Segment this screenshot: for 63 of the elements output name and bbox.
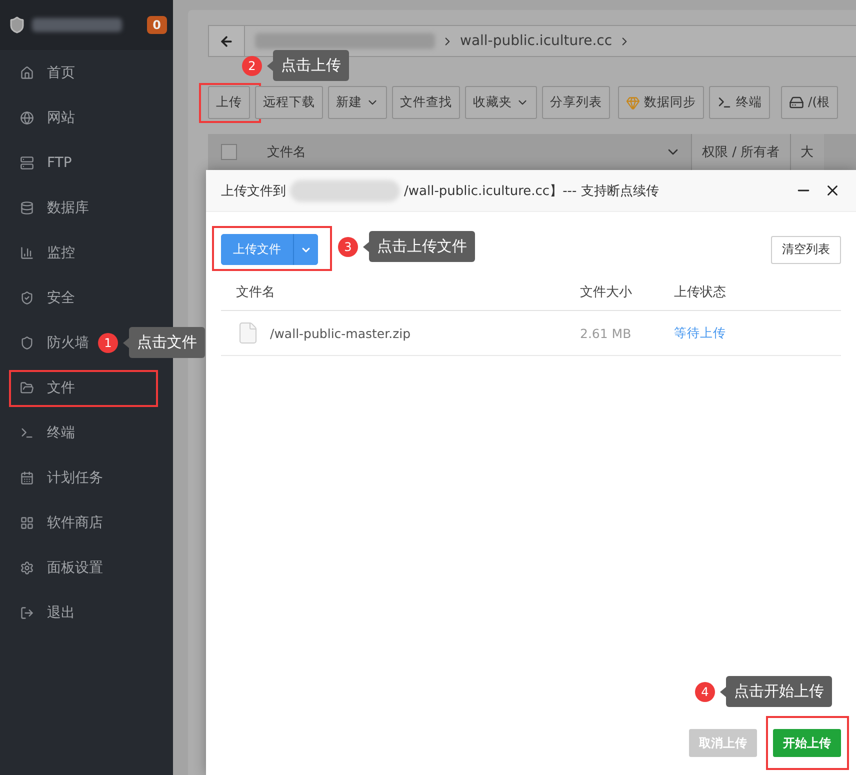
dialog-title: 上传文件到 — [221, 182, 286, 200]
toolbar-button[interactable]: 新建 — [328, 86, 387, 119]
column-header: 上传状态 — [659, 265, 841, 311]
toolbar-button[interactable]: 收藏夹 — [465, 86, 537, 119]
select-all-checkbox[interactable] — [221, 144, 237, 160]
pointer-icon — [267, 60, 273, 70]
file-name: /wall-public-master.zip — [221, 311, 565, 356]
sidebar-item[interactable]: 首页 — [0, 50, 173, 95]
file-size: 2.61 MB — [565, 311, 659, 356]
logo-icon — [8, 16, 26, 34]
back-button[interactable] — [209, 26, 245, 56]
menu-icon — [20, 156, 34, 170]
tooltip: 点击开始上传 — [726, 676, 832, 707]
dropdown-button[interactable] — [293, 234, 318, 265]
tooltip: 点击上传文件 — [369, 231, 475, 262]
menu-icon — [20, 246, 34, 260]
menu-icon — [20, 426, 34, 440]
sidebar-item[interactable]: 监控 — [0, 230, 173, 275]
menu-icon — [20, 336, 34, 350]
clear-list-button[interactable]: 清空列表 — [771, 236, 841, 264]
toolbar-button[interactable]: /(根 — [781, 86, 838, 119]
menu-icon — [20, 290, 34, 304]
breadcrumb-item[interactable]: wall-public.iculture.cc — [454, 33, 618, 49]
menu-icon — [20, 66, 34, 80]
sidebar-item[interactable]: 网站 — [0, 95, 173, 140]
column-header: 大 — [790, 134, 824, 170]
menu-icon — [20, 516, 34, 530]
sidebar-item[interactable]: 数据库 — [0, 185, 173, 230]
gem-icon — [626, 96, 640, 110]
sidebar-item[interactable]: 安全 — [0, 275, 173, 320]
menu-icon — [20, 606, 34, 620]
toolbar-button[interactable]: 文件查找 — [392, 86, 460, 119]
start-upload-button[interactable]: 开始上传 — [773, 729, 841, 757]
sidebar-item[interactable]: 面板设置 — [0, 545, 173, 590]
toolbar-button[interactable]: 数据同步 — [618, 86, 704, 119]
pointer-icon — [123, 338, 129, 348]
terminal-icon — [717, 95, 732, 110]
column-header: 文件名 — [221, 265, 565, 311]
sidebar-item[interactable]: 计划任务 — [0, 455, 173, 500]
column-header: 权限 / 所有者 — [691, 134, 790, 170]
sidebar-item[interactable]: FTP — [0, 140, 173, 185]
pointer-icon — [720, 686, 726, 696]
sidebar-item[interactable]: 终端 — [0, 410, 173, 455]
column-header: 文件大小 — [565, 265, 659, 311]
sidebar-item[interactable]: 软件商店 — [0, 500, 173, 545]
sidebar-item[interactable]: 退出 — [0, 590, 173, 635]
tooltip: 点击上传 — [273, 50, 349, 81]
column-header: 文件名 — [266, 144, 307, 162]
menu-icon — [20, 560, 34, 574]
pointer-icon — [363, 242, 369, 252]
menu-icon — [20, 380, 34, 394]
toolbar-button[interactable]: 上传 — [208, 86, 250, 119]
menu-icon — [20, 200, 34, 214]
toolbar-button[interactable]: 分享列表 — [542, 86, 610, 119]
menu-icon — [20, 470, 34, 484]
tooltip: 点击文件 — [129, 327, 205, 358]
dialog-title: /wall-public.iculture.cc】--- 支持断点续传 — [404, 182, 659, 200]
toolbar-button[interactable]: 远程下载 — [255, 86, 323, 119]
toolbar-button[interactable]: 终端 — [709, 86, 770, 119]
sidebar-item[interactable]: 文件 — [0, 365, 173, 410]
menu-icon — [20, 110, 34, 124]
upload-status: 等待上传 — [659, 311, 841, 356]
notification-badge: 0 — [146, 16, 167, 34]
